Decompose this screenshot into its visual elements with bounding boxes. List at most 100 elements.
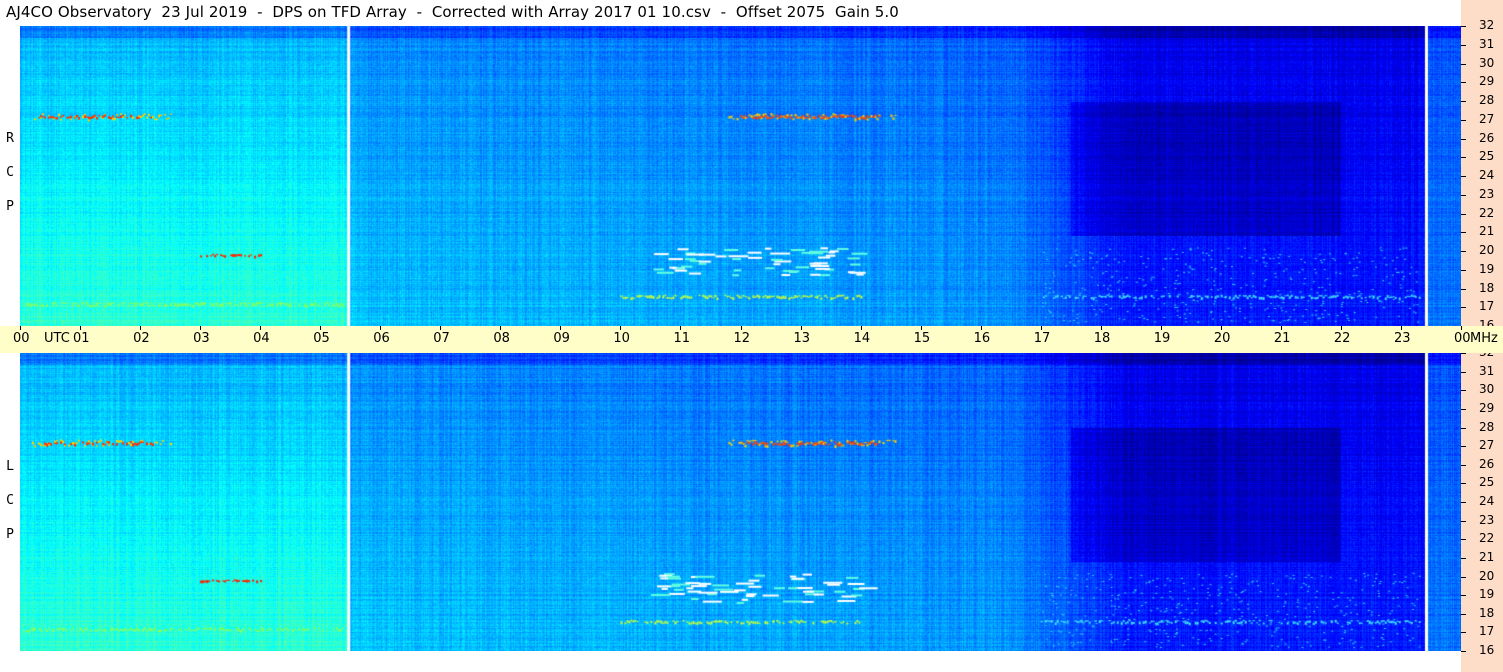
time-axis-tick bbox=[260, 326, 262, 330]
frequency-axis-tick-label: 20 bbox=[1479, 568, 1495, 583]
frequency-axis-tick bbox=[1461, 408, 1466, 410]
time-axis-tick-label: 00 bbox=[1454, 331, 1471, 346]
frequency-axis-tick bbox=[1461, 557, 1466, 559]
frequency-axis-tick bbox=[1461, 288, 1466, 290]
time-axis-tick-label: 04 bbox=[253, 331, 270, 346]
time-axis-tick bbox=[1160, 326, 1162, 330]
frequency-axis-tick-label: 16 bbox=[1479, 643, 1495, 657]
frequency-axis-tick bbox=[1461, 446, 1466, 448]
time-axis-tick-label: 11 bbox=[673, 331, 690, 346]
frequency-axis-tick-label: 17 bbox=[1479, 624, 1495, 639]
frequency-axis-tick-label: 20 bbox=[1479, 243, 1495, 257]
time-axis-tick-label: 01 bbox=[73, 331, 90, 346]
frequency-axis-tick bbox=[1461, 371, 1466, 373]
time-axis-tick bbox=[980, 326, 982, 330]
time-axis-tick bbox=[80, 326, 82, 330]
frequency-axis-tick-label: 23 bbox=[1479, 512, 1495, 527]
time-axis-tick-label: 03 bbox=[193, 331, 210, 346]
time-axis-tick bbox=[440, 326, 442, 330]
time-axis-tick bbox=[200, 326, 202, 330]
panel-label-letter: P bbox=[6, 527, 14, 542]
time-axis-tick bbox=[1461, 326, 1462, 330]
frequency-axis-tick-label: 27 bbox=[1479, 111, 1495, 126]
panel-label-letter: C bbox=[6, 493, 14, 508]
time-axis-tick bbox=[1400, 326, 1402, 330]
spectrogram-rcp-canvas bbox=[20, 26, 1461, 326]
frequency-axis-tick bbox=[1461, 232, 1466, 234]
frequency-axis-tick-label: 19 bbox=[1479, 587, 1495, 602]
frequency-axis-tick-label: 21 bbox=[1479, 224, 1495, 239]
frequency-axis-tick bbox=[1461, 539, 1466, 541]
frequency-axis-tick-label: 19 bbox=[1479, 261, 1495, 276]
frequency-axis-tick-label: 22 bbox=[1479, 531, 1495, 546]
frequency-axis-tick bbox=[1461, 101, 1466, 102]
time-axis-tick bbox=[320, 326, 322, 330]
time-axis-tick-label: 16 bbox=[973, 331, 991, 346]
frequency-axis-tick bbox=[1461, 119, 1466, 121]
time-axis-tick-label: 14 bbox=[853, 331, 871, 346]
frequency-axis-tick bbox=[1461, 26, 1466, 27]
frequency-axis-tick bbox=[1461, 483, 1466, 485]
lcp-panel-label: L C P bbox=[3, 450, 17, 552]
frequency-unit-label: MHz bbox=[1470, 331, 1498, 346]
time-axis-tick bbox=[620, 326, 622, 330]
frequency-axis-tick-label: 21 bbox=[1479, 549, 1495, 564]
spectrogram-lcp bbox=[20, 353, 1461, 651]
chart-title: AJ4CO Observatory 23 Jul 2019 - DPS on T… bbox=[6, 3, 899, 21]
frequency-axis-tick bbox=[1461, 464, 1466, 466]
frequency-axis-tick-label: 29 bbox=[1479, 74, 1495, 89]
time-axis-tick bbox=[140, 326, 142, 330]
frequency-axis-tick bbox=[1461, 307, 1466, 309]
frequency-axis-tick bbox=[1461, 390, 1466, 392]
time-axis-tick-label: 13 bbox=[793, 331, 811, 346]
frequency-axis-tick bbox=[1461, 138, 1466, 140]
spectrogram-rcp bbox=[20, 26, 1461, 326]
frequency-axis-tick-label: 28 bbox=[1479, 419, 1495, 434]
frequency-axis-tick-label: 17 bbox=[1479, 299, 1495, 314]
time-axis-tick-label: 20 bbox=[1213, 331, 1231, 346]
time-axis-tick bbox=[1220, 326, 1222, 330]
time-axis-tick-label: 18 bbox=[1093, 331, 1111, 346]
time-axis-tick-label: 19 bbox=[1153, 331, 1171, 346]
time-axis-tick-label: 08 bbox=[493, 331, 510, 346]
time-axis-tick-label: 17 bbox=[1033, 331, 1051, 346]
frequency-axis-tick bbox=[1461, 194, 1466, 196]
time-axis-tick bbox=[560, 326, 562, 330]
frequency-axis-tick bbox=[1461, 44, 1466, 46]
frequency-axis-tick-label: 30 bbox=[1479, 55, 1495, 70]
panel-label-letter: R bbox=[6, 131, 14, 146]
frequency-axis-tick bbox=[1461, 651, 1466, 652]
frequency-axis-tick bbox=[1461, 576, 1466, 578]
time-axis-tick-label: 05 bbox=[313, 331, 330, 346]
frequency-axis-tick bbox=[1461, 251, 1466, 252]
frequency-axis-tick bbox=[1461, 63, 1466, 65]
time-axis-tick-label: 10 bbox=[613, 331, 630, 346]
frequency-axis-tick-label: 18 bbox=[1479, 280, 1495, 295]
time-axis-tick bbox=[1040, 326, 1042, 330]
spectrogram-lcp-canvas bbox=[20, 353, 1461, 651]
frequency-axis-tick bbox=[1461, 82, 1466, 84]
time-axis-tick-label: 23 bbox=[1393, 331, 1411, 346]
frequency-axis-tick bbox=[1461, 632, 1466, 634]
frequency-axis-lcp: 3231302928272625242322212019181716 bbox=[1461, 345, 1503, 672]
time-axis-tick-label: 09 bbox=[553, 331, 570, 346]
time-axis-tick bbox=[380, 326, 382, 330]
frequency-axis-tick-label: 26 bbox=[1479, 456, 1495, 471]
time-axis-tick-label: 15 bbox=[913, 331, 931, 346]
time-axis-tick-label: 06 bbox=[373, 331, 390, 346]
frequency-axis-tick-label: 28 bbox=[1479, 93, 1495, 107]
frequency-axis-tick-label: 30 bbox=[1479, 382, 1495, 397]
time-axis-tick bbox=[1340, 326, 1342, 330]
frequency-axis-tick bbox=[1461, 427, 1466, 429]
frequency-axis-tick-label: 24 bbox=[1479, 494, 1495, 508]
time-axis-tick bbox=[1100, 326, 1102, 330]
frequency-axis-tick bbox=[1461, 269, 1466, 271]
frequency-axis-tick bbox=[1461, 157, 1466, 159]
frequency-axis-tick bbox=[1461, 176, 1466, 177]
time-axis-unit-label: UTC bbox=[44, 331, 70, 346]
time-axis-tick bbox=[20, 326, 21, 330]
time-axis-tick-label: 22 bbox=[1333, 331, 1351, 346]
time-axis-tick-label: 12 bbox=[733, 331, 751, 346]
time-axis-tick bbox=[920, 326, 922, 330]
time-axis-tick bbox=[500, 326, 502, 330]
